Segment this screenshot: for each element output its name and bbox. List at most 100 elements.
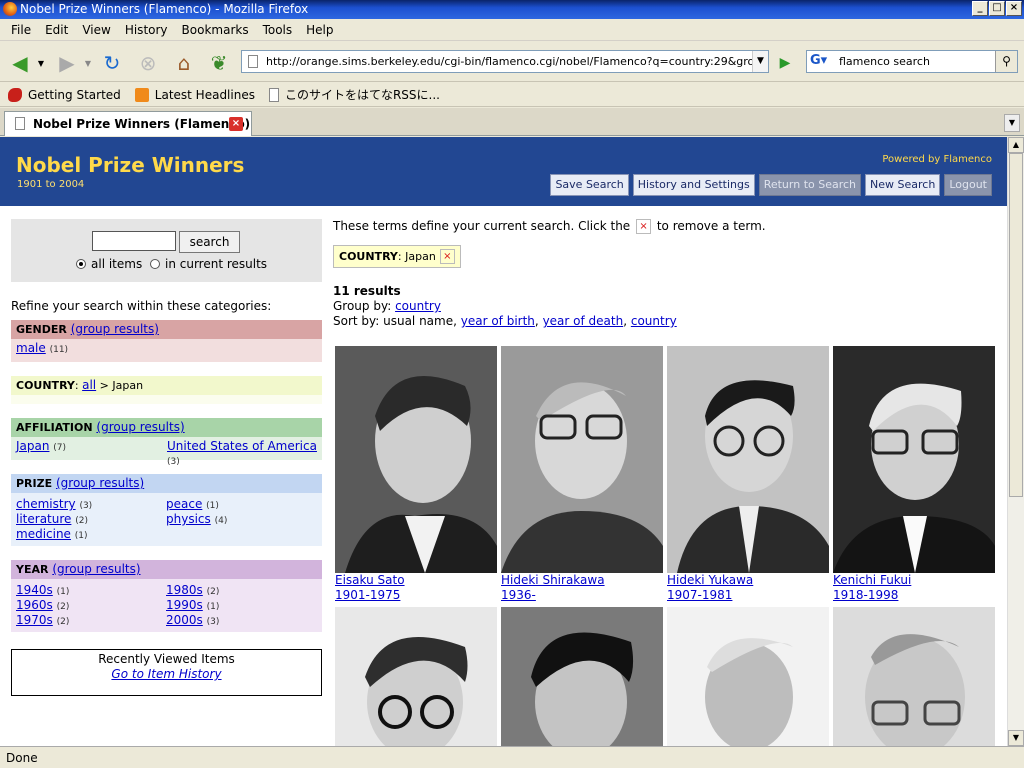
- radio-current-results-circle[interactable]: [150, 259, 160, 269]
- tab-nobel-prize[interactable]: Nobel Prize Winners (Flamenco) ×: [4, 111, 252, 136]
- facet-physics[interactable]: physics: [166, 512, 211, 526]
- new-search-button[interactable]: New Search: [865, 174, 941, 196]
- person-years-link[interactable]: 1907-1981: [667, 588, 829, 603]
- result-card[interactable]: [667, 607, 829, 746]
- person-years-link[interactable]: 1901-1975: [335, 588, 497, 603]
- facet-literature[interactable]: literature: [16, 512, 71, 526]
- bookmark-getting-started[interactable]: Getting Started: [8, 87, 121, 102]
- url-dropdown-icon[interactable]: ▼: [752, 51, 768, 72]
- result-card[interactable]: Eisaku Sato 1901-1975: [335, 346, 497, 603]
- category-name: AFFILIATION: [16, 421, 93, 434]
- bookmark-label: Getting Started: [28, 87, 121, 102]
- facet-japan[interactable]: Japan: [16, 439, 49, 453]
- vertical-scrollbar[interactable]: ▲ ▼: [1007, 137, 1024, 746]
- portrait-photo[interactable]: [501, 346, 663, 573]
- scroll-down-icon[interactable]: ▼: [1008, 730, 1024, 746]
- person-name-link[interactable]: Hideki Yukawa: [667, 573, 829, 588]
- year-group-results-link[interactable]: (group results): [52, 562, 140, 576]
- facet-1990s[interactable]: 1990s: [166, 598, 203, 612]
- menu-tools[interactable]: Tools: [256, 23, 300, 37]
- person-years-link[interactable]: 1936-: [501, 588, 663, 603]
- facet-count: (1): [206, 501, 219, 511]
- menu-view[interactable]: View: [75, 23, 117, 37]
- bookmark-latest-headlines[interactable]: Latest Headlines: [134, 87, 255, 102]
- magnifier-icon[interactable]: ⚲: [995, 51, 1017, 72]
- stop-icon[interactable]: ⊗: [134, 50, 162, 76]
- facet-chemistry[interactable]: chemistry: [16, 497, 76, 511]
- facet-medicine[interactable]: medicine: [16, 527, 71, 541]
- result-card[interactable]: [335, 607, 497, 746]
- item-history-link[interactable]: Go to Item History: [12, 667, 321, 681]
- remove-term-icon[interactable]: ×: [439, 249, 455, 264]
- radio-all-items[interactable]: all items: [76, 257, 142, 271]
- portrait-photo[interactable]: [833, 607, 995, 746]
- portrait-photo[interactable]: [667, 346, 829, 573]
- result-card[interactable]: Hideki Shirakawa 1936-: [501, 346, 663, 603]
- facet-male[interactable]: male: [16, 341, 46, 355]
- reload-icon[interactable]: ↻: [98, 50, 126, 76]
- radio-all-items-circle[interactable]: [76, 259, 86, 269]
- menu-help[interactable]: Help: [299, 23, 340, 37]
- person-name-link[interactable]: Kenichi Fukui: [833, 573, 995, 588]
- radio-current-results[interactable]: in current results: [150, 257, 267, 271]
- category-header: COUNTRY: all > Japan: [11, 376, 322, 395]
- sort-country-link[interactable]: country: [631, 314, 677, 328]
- facet-count: (2): [56, 602, 70, 612]
- prize-group-results-link[interactable]: (group results): [56, 476, 144, 490]
- history-settings-button[interactable]: History and Settings: [632, 174, 755, 196]
- bookmark-hatena-rss[interactable]: このサイトをはてなRSSに...: [268, 86, 440, 103]
- menu-file[interactable]: File: [4, 23, 38, 37]
- menu-edit[interactable]: Edit: [38, 23, 75, 37]
- result-card[interactable]: Kenichi Fukui 1918-1998: [833, 346, 995, 603]
- close-tab-icon[interactable]: ×: [229, 117, 243, 131]
- affiliation-group-results-link[interactable]: (group results): [96, 420, 184, 434]
- facet-2000s[interactable]: 2000s: [166, 613, 203, 627]
- facet-peace[interactable]: peace: [166, 497, 202, 511]
- sort-year-of-birth-link[interactable]: year of birth: [461, 314, 535, 328]
- save-search-button[interactable]: Save Search: [550, 174, 629, 196]
- close-window-button[interactable]: ×: [1006, 1, 1022, 16]
- portrait-photo[interactable]: [335, 607, 497, 746]
- menu-bookmarks[interactable]: Bookmarks: [175, 23, 256, 37]
- logout-button[interactable]: Logout: [944, 174, 992, 196]
- tab-list-dropdown-icon[interactable]: ▼: [1004, 114, 1020, 132]
- facet-usa[interactable]: United States of America: [167, 439, 317, 453]
- facet-1960s[interactable]: 1960s: [16, 598, 53, 612]
- person-name-link[interactable]: Eisaku Sato: [335, 573, 497, 588]
- return-to-search-button[interactable]: Return to Search: [758, 174, 862, 196]
- url-bar[interactable]: http://orange.sims.berkeley.edu/cgi-bin/…: [241, 50, 769, 73]
- facet-1970s[interactable]: 1970s: [16, 613, 53, 627]
- person-name-link[interactable]: Hideki Shirakawa: [501, 573, 663, 588]
- keyword-search-input[interactable]: [92, 231, 176, 251]
- menu-history[interactable]: History: [118, 23, 175, 37]
- result-card[interactable]: Hideki Yukawa 1907-1981: [667, 346, 829, 603]
- web-search-box[interactable]: G▾ flamenco search ⚲: [806, 50, 1018, 73]
- gender-group-results-link[interactable]: (group results): [71, 322, 159, 336]
- result-card[interactable]: [833, 607, 995, 746]
- scroll-thumb[interactable]: [1009, 153, 1023, 497]
- go-icon[interactable]: ▶: [776, 50, 794, 76]
- back-arrow-icon[interactable]: ◀: [4, 50, 36, 76]
- person-years-link[interactable]: 1918-1998: [833, 588, 995, 603]
- group-by-country-link[interactable]: country: [395, 299, 441, 313]
- portrait-photo[interactable]: [335, 346, 497, 573]
- facet-1980s[interactable]: 1980s: [166, 583, 203, 597]
- portrait-photo[interactable]: [667, 607, 829, 746]
- country-all-link[interactable]: all: [82, 378, 96, 392]
- maximize-button[interactable]: □: [989, 1, 1005, 16]
- result-card[interactable]: [501, 607, 663, 746]
- google-engine-icon[interactable]: G▾: [810, 54, 827, 69]
- scroll-up-icon[interactable]: ▲: [1008, 137, 1024, 153]
- forward-history-dropdown-icon[interactable]: ▼: [83, 50, 93, 76]
- category-header: AFFILIATION (group results): [11, 418, 322, 437]
- search-button[interactable]: search: [179, 231, 240, 253]
- forward-arrow-icon[interactable]: ▶: [52, 50, 82, 76]
- minimize-button[interactable]: _: [972, 1, 988, 16]
- portrait-photo[interactable]: [833, 346, 995, 573]
- back-history-dropdown-icon[interactable]: ▼: [36, 50, 46, 76]
- home-icon[interactable]: ⌂: [170, 50, 198, 76]
- sort-year-of-death-link[interactable]: year of death: [543, 314, 624, 328]
- leaf-addon-icon[interactable]: ❦: [205, 50, 233, 76]
- portrait-photo[interactable]: [501, 607, 663, 746]
- facet-1940s[interactable]: 1940s: [16, 583, 53, 597]
